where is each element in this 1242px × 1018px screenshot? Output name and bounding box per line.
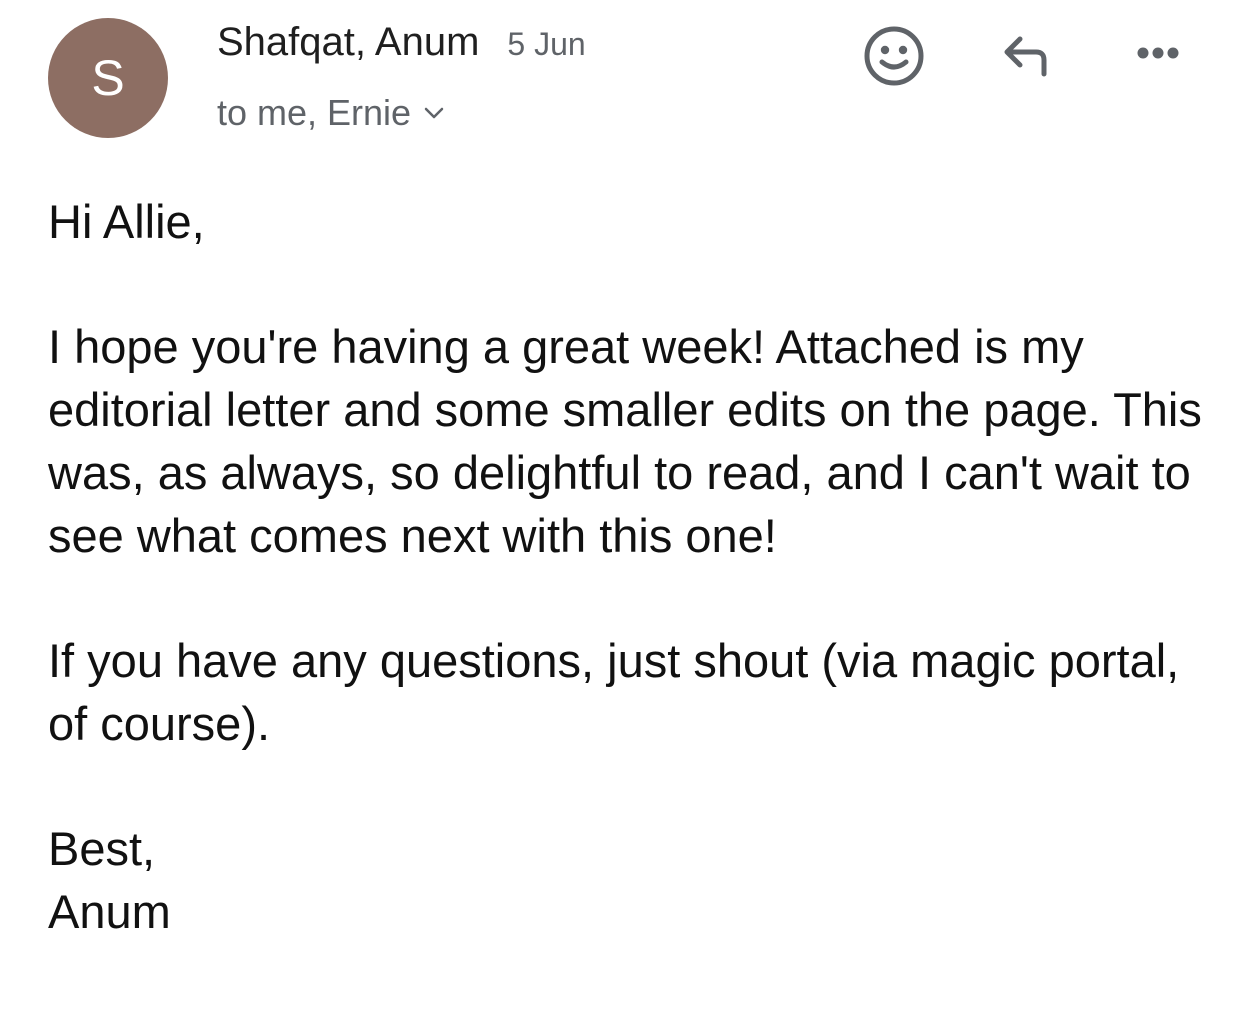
reply-button[interactable] bbox=[990, 22, 1062, 88]
email-header: S Shafqat, Anum 5 Jun to me, Ernie bbox=[0, 0, 1242, 150]
smiley-icon bbox=[864, 26, 924, 86]
sent-date: 5 Jun bbox=[507, 26, 586, 62]
body-paragraph-2: If you have any questions, just shout (v… bbox=[48, 634, 1180, 750]
sender-name[interactable]: Shafqat, Anum bbox=[217, 20, 479, 65]
sender-row: Shafqat, Anum 5 Jun bbox=[217, 20, 586, 65]
signature: Anum bbox=[48, 885, 171, 938]
chevron-down-icon bbox=[424, 107, 444, 119]
signoff: Best, bbox=[48, 822, 156, 875]
reply-arrow-icon bbox=[1004, 36, 1047, 77]
recipients-toggle[interactable]: to me, Ernie bbox=[217, 92, 445, 134]
body-paragraph-1: I hope you're having a great week! Attac… bbox=[48, 320, 1202, 562]
sender-avatar[interactable]: S bbox=[48, 18, 168, 138]
email-body: Hi Allie, I hope you're having a great w… bbox=[48, 190, 1208, 943]
more-dots-icon bbox=[1137, 47, 1179, 59]
add-reaction-button[interactable] bbox=[858, 20, 930, 92]
more-options-button[interactable] bbox=[1122, 30, 1194, 76]
avatar-initial: S bbox=[91, 50, 125, 106]
recipients-text: to me, Ernie bbox=[217, 92, 412, 133]
greeting: Hi Allie, bbox=[48, 195, 205, 248]
